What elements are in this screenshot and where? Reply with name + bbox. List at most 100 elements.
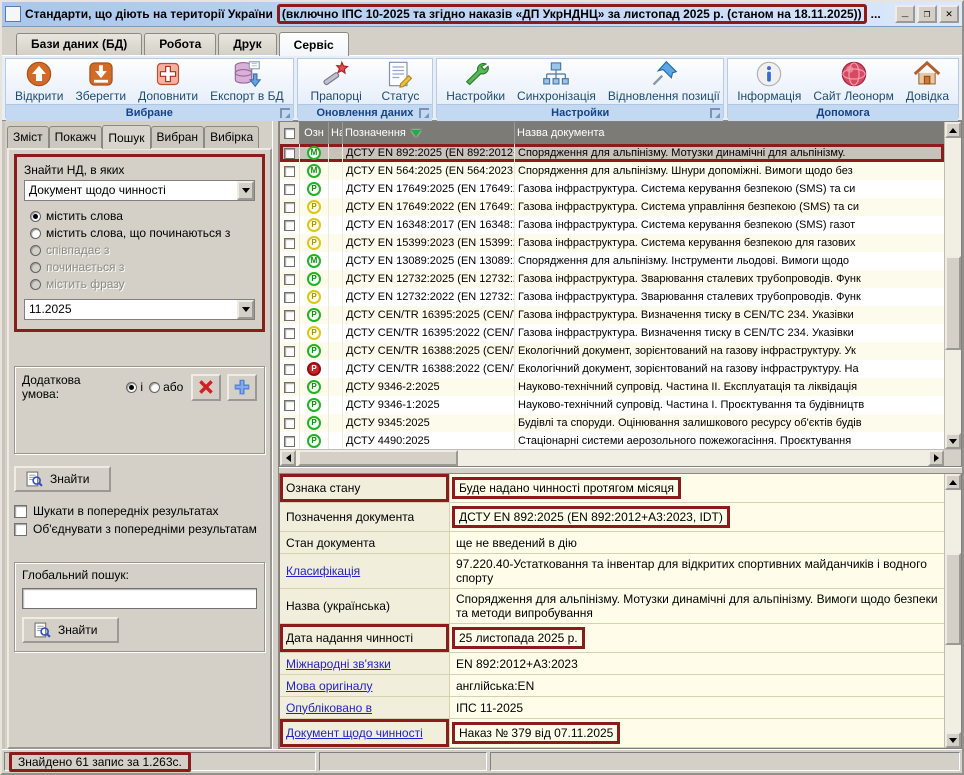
tab-service[interactable]: Сервіс <box>279 32 349 56</box>
row-checkbox[interactable] <box>284 274 295 285</box>
find-button[interactable]: Знайти <box>14 466 111 492</box>
append-button[interactable]: Доповнити <box>135 60 201 103</box>
table-row[interactable]: Р ДСТУ EN 16348:2017 (EN 16348:2013, Газ… <box>280 216 944 234</box>
leonorm-site-button[interactable]: Сайт Леонорм <box>810 60 896 103</box>
row-checkbox[interactable] <box>284 400 295 411</box>
row-checkbox[interactable] <box>284 418 295 429</box>
dropdown-arrow-icon[interactable] <box>237 181 254 200</box>
row-checkbox[interactable] <box>284 310 295 321</box>
row-checkbox[interactable] <box>284 364 295 375</box>
detail-label[interactable]: Міжнародні зв'язки <box>286 657 391 671</box>
scroll-down-icon[interactable] <box>945 433 961 449</box>
global-search-input[interactable] <box>22 588 257 609</box>
status-button[interactable]: Статус <box>378 60 422 103</box>
open-button[interactable]: Відкрити <box>12 60 67 103</box>
scroll-right-icon[interactable] <box>928 450 944 466</box>
vertical-splitter[interactable] <box>272 121 279 749</box>
tab-work[interactable]: Робота <box>144 33 216 55</box>
table-row[interactable]: Р ДСТУ 4490:2025 Стаціонарні системи аер… <box>280 432 944 449</box>
scroll-thumb[interactable] <box>945 256 961 350</box>
information-button[interactable]: Інформація <box>734 60 804 103</box>
column-header-code[interactable]: Позначення <box>343 122 515 144</box>
match-mode-radio[interactable]: містить слова <box>30 209 255 223</box>
dialog-launcher-icon[interactable] <box>710 108 720 118</box>
filter-icon[interactable] <box>411 130 421 137</box>
match-mode-radio[interactable]: співпадає з <box>30 243 255 257</box>
table-row[interactable]: Р ДСТУ 9346-2:2025 Науково-технічний суп… <box>280 378 944 396</box>
row-checkbox[interactable] <box>284 238 295 249</box>
table-row[interactable]: Р ДСТУ CEN/TR 16395:2022 (CEN/TR 16: Газ… <box>280 324 944 342</box>
row-checkbox[interactable] <box>284 382 295 393</box>
details-vertical-scrollbar[interactable] <box>944 474 961 748</box>
row-checkbox[interactable] <box>284 220 295 231</box>
table-row[interactable]: М ДСТУ EN 564:2025 (EN 564:2023, IDT) Сп… <box>280 162 944 180</box>
sync-button[interactable]: Синхронізація <box>514 60 599 103</box>
detail-label[interactable]: Документ щодо чинності <box>286 726 423 740</box>
sidebar-tab-selection[interactable]: Вибірка <box>204 126 259 148</box>
grid-vertical-scrollbar[interactable] <box>944 122 961 449</box>
row-checkbox[interactable] <box>284 148 295 159</box>
scroll-up-icon[interactable] <box>945 122 961 138</box>
close-button[interactable]: ✕ <box>939 5 959 23</box>
settings-button[interactable]: Настройки <box>443 60 508 103</box>
table-row[interactable]: М ДСТУ EN 13089:2025 (EN 13089:2011+ Спо… <box>280 252 944 270</box>
search-value-dropdown[interactable]: 11.2025 <box>24 299 255 320</box>
grid-horizontal-scrollbar[interactable] <box>280 449 961 466</box>
table-row[interactable]: Р ДСТУ CEN/TR 16395:2025 (CEN/TR 16: Газ… <box>280 306 944 324</box>
row-checkbox[interactable] <box>284 436 295 447</box>
sidebar-tab-contents[interactable]: Зміст <box>7 126 49 148</box>
or-radio[interactable]: або <box>149 380 183 394</box>
dialog-launcher-icon[interactable] <box>280 108 290 118</box>
tab-databases[interactable]: Бази даних (БД) <box>16 33 142 55</box>
sidebar-tab-index[interactable]: Покажч <box>49 126 103 148</box>
global-find-button[interactable]: Знайти <box>22 617 119 643</box>
save-button[interactable]: Зберегти <box>73 60 130 103</box>
table-row[interactable]: Р ДСТУ CEN/TR 16388:2025 (CEN/TR 16: Еко… <box>280 342 944 360</box>
sidebar-tab-selected[interactable]: Вибран <box>151 126 205 148</box>
table-row[interactable]: Р ДСТУ CEN/TR 16388:2022 (CEN/TR 16: Еко… <box>280 360 944 378</box>
maximize-button[interactable]: ❐ <box>917 5 937 23</box>
row-checkbox[interactable] <box>284 328 295 339</box>
table-row[interactable]: Р ДСТУ EN 15399:2023 (EN 15399:2018, Газ… <box>280 234 944 252</box>
column-header-name-short[interactable]: Наз <box>329 122 343 144</box>
select-all-checkbox[interactable] <box>280 122 300 144</box>
horizontal-splitter[interactable] <box>279 467 962 474</box>
match-mode-radio[interactable]: містить фразу <box>30 277 255 291</box>
merge-with-previous-checkbox[interactable]: Об'єднувати з попередніми результатам <box>14 522 265 536</box>
row-checkbox[interactable] <box>284 292 295 303</box>
dialog-launcher-icon[interactable] <box>419 108 429 118</box>
table-row[interactable]: Р ДСТУ EN 12732:2022 (EN 12732:2021, Газ… <box>280 288 944 306</box>
table-row[interactable]: Р ДСТУ EN 17649:2022 (EN 17649:2022, Газ… <box>280 198 944 216</box>
and-radio[interactable]: і <box>126 380 143 394</box>
export-db-button[interactable]: Експорт в БД <box>207 60 287 103</box>
search-in-previous-checkbox[interactable]: Шукати в попередніх результатах <box>14 504 265 518</box>
scroll-down-icon[interactable] <box>945 732 961 748</box>
dropdown-arrow-icon[interactable] <box>237 300 254 319</box>
scroll-thumb[interactable] <box>298 450 458 466</box>
row-checkbox[interactable] <box>284 166 295 177</box>
row-checkbox[interactable] <box>284 346 295 357</box>
table-row[interactable]: Р ДСТУ 9346-1:2025 Науково-технічний суп… <box>280 396 944 414</box>
table-row[interactable]: Р ДСТУ 9345:2025 Будівлі та споруди. Оці… <box>280 414 944 432</box>
help-button[interactable]: Довідка <box>903 60 952 103</box>
row-checkbox[interactable] <box>284 202 295 213</box>
tab-print[interactable]: Друк <box>218 33 276 55</box>
row-checkbox[interactable] <box>284 256 295 267</box>
search-field-dropdown[interactable]: Документ щодо чинності <box>24 180 255 201</box>
restore-position-button[interactable]: Відновлення позиції <box>605 60 723 103</box>
table-row[interactable]: Р ДСТУ EN 12732:2025 (EN 12732:2021, Газ… <box>280 270 944 288</box>
match-mode-radio[interactable]: починається з <box>30 260 255 274</box>
flags-button[interactable]: Прапорці <box>307 60 364 103</box>
sidebar-tab-search[interactable]: Пошук <box>102 125 150 149</box>
row-checkbox[interactable] <box>284 184 295 195</box>
table-row[interactable]: М ДСТУ EN 892:2025 (EN 892:2012+А3:2( Сп… <box>280 144 944 162</box>
detail-label[interactable]: Класифікація <box>286 564 360 578</box>
column-header-title[interactable]: Назва документа <box>515 122 944 144</box>
scroll-thumb[interactable] <box>945 553 961 645</box>
minimize-button[interactable]: _ <box>895 5 915 23</box>
match-mode-radio[interactable]: містить слова, що починаються з <box>30 226 255 240</box>
scroll-left-icon[interactable] <box>280 450 296 466</box>
remove-condition-button[interactable] <box>191 374 221 401</box>
column-header-status[interactable]: Озн <box>300 122 329 144</box>
table-row[interactable]: Р ДСТУ EN 17649:2025 (EN 17649:2022, Газ… <box>280 180 944 198</box>
